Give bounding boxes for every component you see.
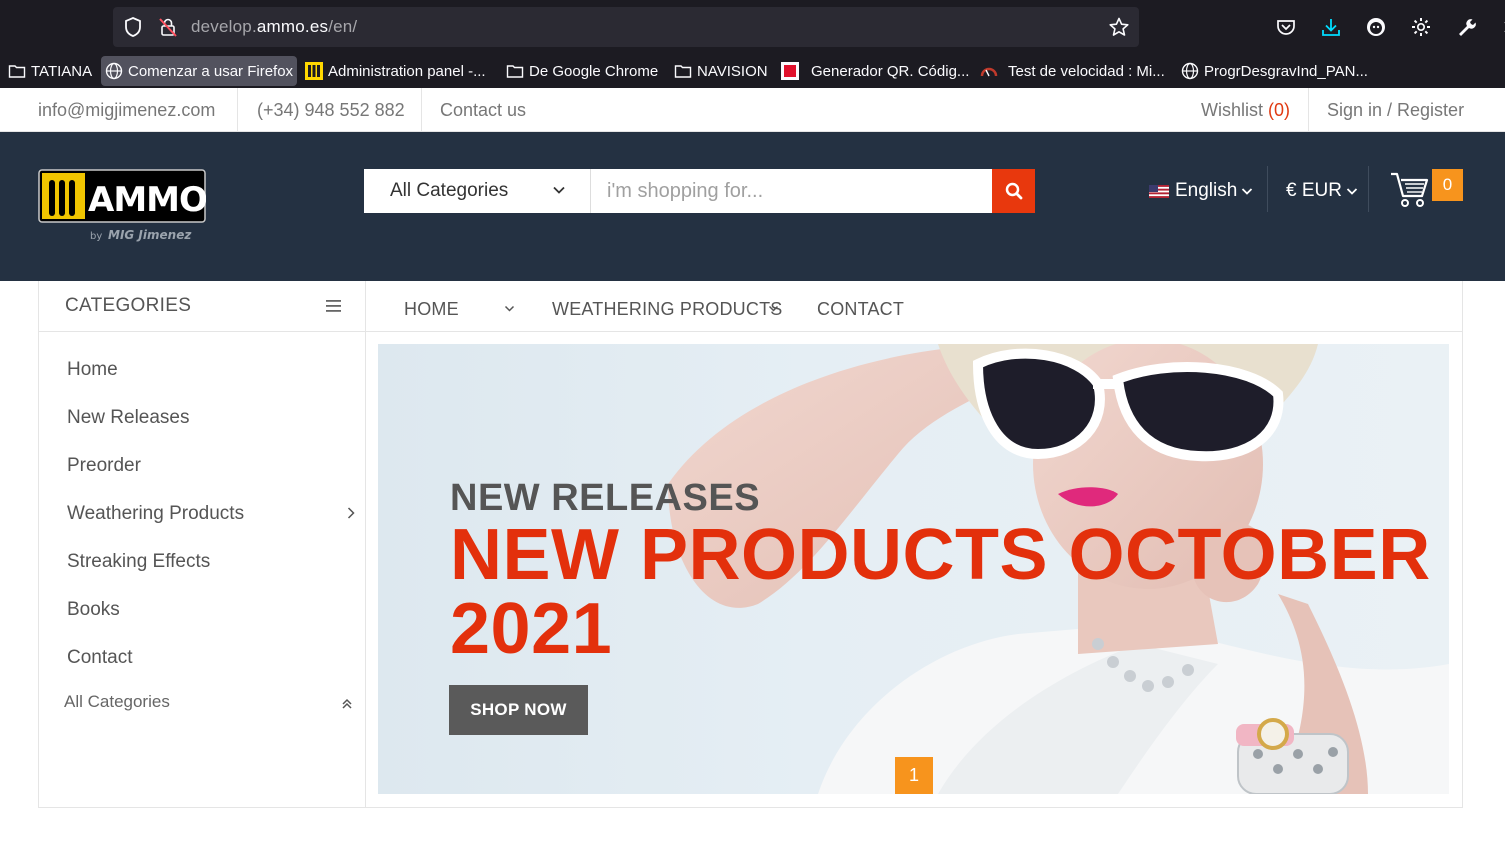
- divider: [1368, 166, 1369, 212]
- sidebar-item-books[interactable]: Books: [67, 599, 120, 621]
- divider: [237, 88, 238, 132]
- bookmark-label: ProgrDesgravInd_PAN...: [1204, 62, 1368, 80]
- bookmark-label: Comenzar a usar Firefox: [128, 62, 294, 80]
- bookmark-label: Generador QR. Códig...: [811, 62, 970, 80]
- search-button[interactable]: [992, 169, 1035, 213]
- cart-count-badge[interactable]: 0: [1432, 169, 1463, 201]
- pocket-icon[interactable]: [1275, 16, 1297, 38]
- sidebar-item-label: Weathering Products: [67, 503, 245, 524]
- top-info-bar: info@migjimenez.com (+34) 948 552 882 Co…: [0, 88, 1505, 132]
- divider: [1267, 166, 1268, 212]
- bookmark-firefox[interactable]: Comenzar a usar Firefox: [101, 56, 298, 86]
- categories-sidebar: CATEGORIES Home New Releases Preorder We…: [38, 281, 366, 808]
- bookmark-admin-panel[interactable]: Administration panel -...: [301, 56, 490, 86]
- speedometer-icon: [980, 67, 998, 77]
- download-icon[interactable]: [1320, 16, 1342, 38]
- svg-text:by: by: [90, 231, 102, 242]
- admin-panel-icon: [305, 62, 323, 80]
- settings-gear-icon[interactable]: [1410, 16, 1432, 38]
- banner-subtitle: NEW RELEASES: [450, 477, 761, 519]
- language-selector[interactable]: English: [1149, 180, 1253, 202]
- svg-text:MIG Jimenez: MIG Jimenez: [108, 228, 192, 242]
- contact-us-link[interactable]: Contact us: [440, 88, 526, 132]
- shield-icon[interactable]: [122, 16, 144, 38]
- nav-home[interactable]: HOME: [404, 299, 459, 320]
- divider: [1308, 88, 1309, 132]
- bookmark-label: NAVISION: [697, 62, 768, 80]
- double-chevron-up-icon[interactable]: [341, 697, 353, 711]
- chevron-down-icon[interactable]: [504, 304, 515, 313]
- menu-icon[interactable]: [326, 300, 341, 312]
- sidebar-item-home[interactable]: Home: [67, 359, 118, 381]
- nav-weathering-products[interactable]: WEATHERING PRODUCTS: [552, 299, 782, 320]
- cart-icon[interactable]: [1389, 170, 1429, 208]
- slide-indicator[interactable]: 1: [895, 757, 933, 794]
- category-select-value: All Categories: [390, 180, 509, 201]
- bookmark-star-icon[interactable]: [1108, 16, 1130, 38]
- bookmark-label: Administration panel -...: [328, 62, 486, 80]
- search-icon: [1005, 182, 1022, 200]
- sidebar-item-preorder[interactable]: Preorder: [67, 455, 141, 477]
- hero-banner[interactable]: NEW RELEASES NEW PRODUCTS OCTOBER 2021 S…: [378, 344, 1449, 794]
- categories-header[interactable]: CATEGORIES: [39, 281, 366, 332]
- chevron-down-icon[interactable]: [768, 304, 779, 313]
- ammo-logo[interactable]: AMMO by MIG Jimenez: [38, 169, 206, 243]
- categories-title: CATEGORIES: [65, 295, 192, 316]
- qr-icon: [781, 62, 799, 80]
- globe-icon: [1181, 62, 1199, 80]
- bookmark-label: Test de velocidad : Mi...: [1008, 62, 1165, 80]
- signin-register-link[interactable]: Sign in / Register: [1327, 88, 1464, 132]
- bookmark-tatiana[interactable]: TATIANA: [4, 56, 96, 86]
- bookmark-google-chrome[interactable]: De Google Chrome: [502, 56, 662, 86]
- divider: [421, 88, 422, 132]
- banner-title: NEW PRODUCTS OCTOBER 2021: [450, 515, 1431, 669]
- sidebar-item-contact[interactable]: Contact: [67, 647, 132, 669]
- overflow-icon[interactable]: [1497, 16, 1505, 38]
- bookmark-label: TATIANA: [31, 62, 93, 80]
- chevron-right-icon: [347, 507, 355, 519]
- sidebar-item-weathering-products[interactable]: Weathering Products: [67, 503, 367, 525]
- wishlist-link[interactable]: Wishlist (0): [1201, 88, 1290, 132]
- url-text[interactable]: develop.ammo.es/en/: [191, 17, 357, 37]
- email-link[interactable]: info@migjimenez.com: [38, 88, 215, 132]
- wishlist-label: Wishlist: [1201, 100, 1263, 120]
- phone-link[interactable]: (+34) 948 552 882: [257, 88, 405, 132]
- bookmark-progr[interactable]: ProgrDesgravInd_PAN...: [1177, 56, 1372, 86]
- currency-label: € EUR: [1286, 180, 1342, 201]
- bookmark-navision[interactable]: NAVISION: [670, 56, 772, 86]
- insecure-lock-icon[interactable]: [157, 16, 179, 38]
- wishlist-count: (0): [1268, 100, 1291, 120]
- shop-now-button[interactable]: SHOP NOW: [449, 685, 588, 735]
- category-select[interactable]: All Categories: [364, 169, 591, 213]
- bookmarks-bar: TATIANA Comenzar a usar Firefox Administ…: [0, 54, 1505, 88]
- main-navigation: HOME WEATHERING PRODUCTS CONTACT: [366, 281, 1463, 332]
- folder-icon: [506, 65, 524, 78]
- sidebar-item-streaking-effects[interactable]: Streaking Effects: [67, 551, 210, 573]
- wrench-icon[interactable]: [1455, 16, 1477, 38]
- folder-icon: [8, 65, 26, 78]
- globe-icon: [105, 62, 123, 80]
- nav-contact[interactable]: CONTACT: [817, 299, 904, 320]
- chevron-down-icon: [1346, 188, 1358, 195]
- search-input[interactable]: [591, 169, 992, 213]
- folder-icon: [674, 65, 692, 78]
- currency-selector[interactable]: € EUR: [1286, 180, 1358, 202]
- bookmark-qr-generator[interactable]: Generador QR. Códig...: [777, 56, 973, 86]
- site-header: AMMO by MIG Jimenez All Categories Engli…: [0, 132, 1505, 281]
- sidebar-item-new-releases[interactable]: New Releases: [67, 407, 190, 429]
- extension-avatar-icon[interactable]: [1365, 16, 1387, 38]
- browser-toolbar: develop.ammo.es/en/: [0, 0, 1505, 54]
- language-label: English: [1175, 180, 1238, 201]
- address-bar[interactable]: develop.ammo.es/en/: [113, 7, 1139, 47]
- sidebar-all-categories[interactable]: All Categories: [64, 692, 170, 712]
- bookmark-speed-test[interactable]: Test de velocidad : Mi...: [976, 56, 1169, 86]
- chevron-down-icon: [553, 186, 565, 194]
- us-flag-icon: [1149, 184, 1169, 198]
- svg-text:AMMO: AMMO: [88, 180, 206, 220]
- bookmark-label: De Google Chrome: [529, 62, 659, 80]
- chevron-down-icon: [1242, 188, 1253, 195]
